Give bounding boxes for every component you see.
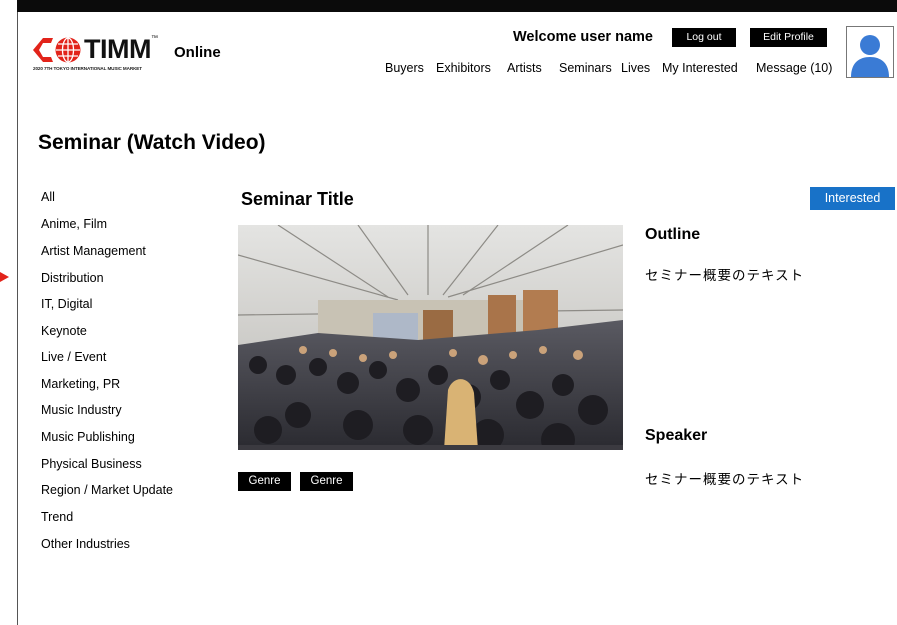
nav-my-interested[interactable]: My Interested [662, 61, 738, 75]
edit-profile-button[interactable]: Edit Profile [750, 28, 827, 47]
nav-exhibitors[interactable]: Exhibitors [436, 61, 491, 75]
category-item[interactable]: Artist Management [41, 244, 146, 258]
category-item[interactable]: Keynote [41, 324, 87, 338]
category-item[interactable]: Region / Market Update [41, 483, 173, 497]
seminar-title: Seminar Title [241, 189, 354, 209]
genre-tag[interactable]: Genre [238, 472, 291, 491]
category-item[interactable]: All [41, 190, 55, 204]
logo-wordmark: TIMM [84, 34, 151, 64]
genre-tag[interactable]: Genre [300, 472, 353, 491]
speaker-heading: Speaker [645, 427, 708, 444]
avatar[interactable] [846, 26, 894, 78]
logout-button[interactable]: Log out [672, 28, 736, 47]
nav-buyers[interactable]: Buyers [385, 61, 424, 75]
interested-button[interactable]: Interested [810, 187, 895, 210]
globe-logo-icon [33, 37, 81, 63]
category-item-selected[interactable]: Distribution [41, 271, 104, 285]
category-item[interactable]: Live / Event [41, 350, 106, 364]
nav-message[interactable]: Message (10) [756, 61, 832, 75]
page-title: Seminar (Watch Video) [38, 131, 266, 154]
outline-text: セミナー概要のテキスト [645, 268, 805, 284]
welcome-text: Welcome user name [513, 29, 653, 45]
user-avatar-icon [851, 35, 889, 77]
category-item[interactable]: Marketing, PR [41, 377, 120, 391]
outline-heading: Outline [645, 226, 701, 243]
seminar-video-thumbnail[interactable] [238, 225, 623, 450]
nav-lives[interactable]: Lives [621, 61, 650, 75]
category-item[interactable]: Anime, Film [41, 217, 107, 231]
logo-subtitle: 2020 7TH TOKYO INTERNATIONAL MUSIC MARKE… [33, 66, 142, 71]
speaker-text: セミナー概要のテキスト [645, 472, 805, 488]
top-bar [17, 0, 897, 12]
seminar-photo [238, 225, 623, 450]
logo-trademark: ™ [151, 35, 158, 42]
category-item[interactable]: Music Industry [41, 403, 122, 417]
frame-left-border [17, 12, 18, 625]
timm-logo[interactable]: TIMM ™ 2020 7TH TOKYO INTERNATIONAL MUSI… [31, 35, 161, 75]
category-item[interactable]: IT, Digital [41, 297, 92, 311]
nav-artists[interactable]: Artists [507, 61, 542, 75]
online-label: Online [174, 44, 221, 61]
nav-seminars[interactable]: Seminars [559, 61, 612, 75]
category-item[interactable]: Other Industries [41, 537, 130, 551]
category-item[interactable]: Music Publishing [41, 430, 135, 444]
category-item[interactable]: Physical Business [41, 457, 142, 471]
category-item[interactable]: Trend [41, 510, 73, 524]
arrow-right-icon [0, 272, 9, 282]
